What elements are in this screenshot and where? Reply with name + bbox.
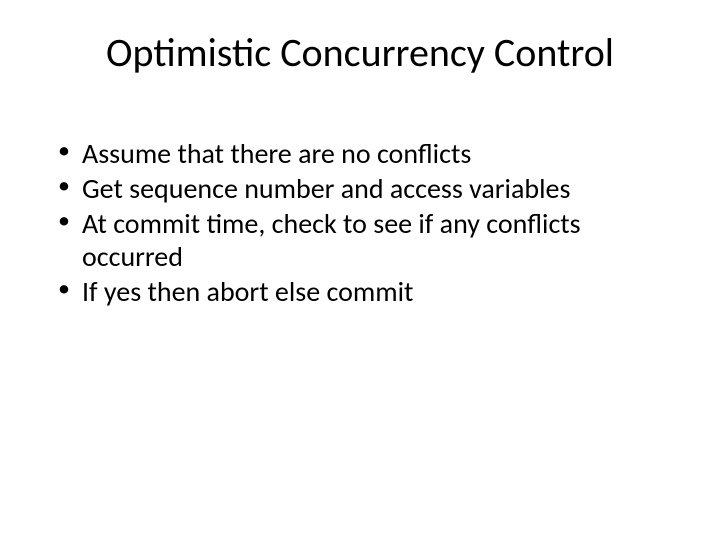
bullet-list: Assume that there are no conflicts Get s… [50, 137, 670, 308]
slide: Optimistic Concurrency Control Assume th… [0, 0, 720, 540]
list-item: Get sequence number and access variables [58, 172, 670, 205]
list-item: Assume that there are no conflicts [58, 137, 670, 170]
list-item: At commit time, check to see if any conf… [58, 207, 670, 273]
slide-title: Optimistic Concurrency Control [50, 28, 670, 77]
list-item: If yes then abort else commit [58, 275, 670, 308]
